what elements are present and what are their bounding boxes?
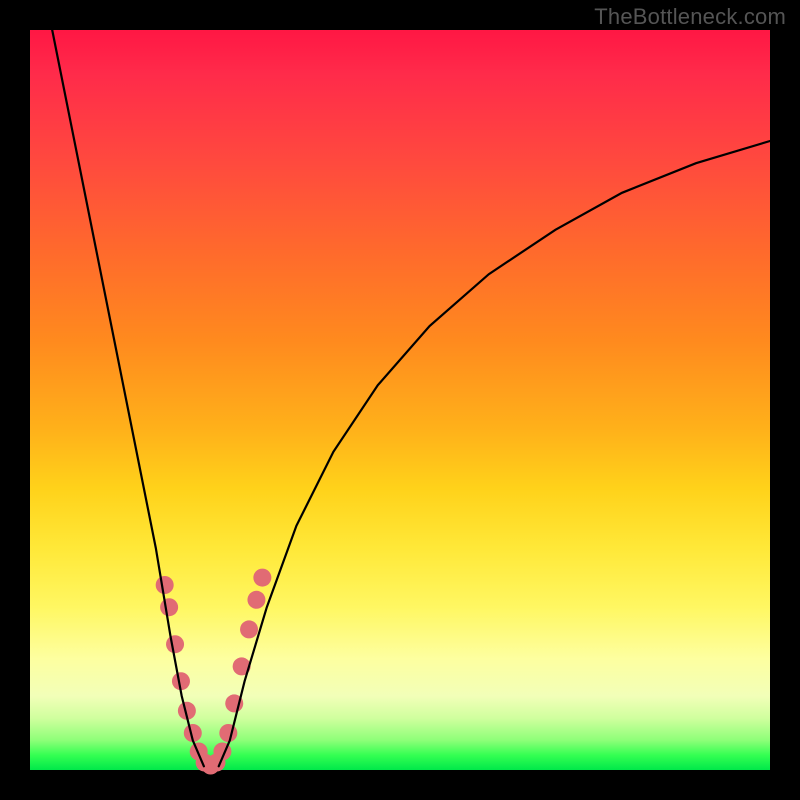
chart-svg (30, 30, 770, 770)
highlight-dot (240, 620, 258, 638)
highlight-dot (253, 569, 271, 587)
highlight-dot (156, 576, 174, 594)
highlight-dot (219, 724, 237, 742)
chart-frame: TheBottleneck.com (0, 0, 800, 800)
curve-right-branch (219, 141, 770, 766)
plot-area (30, 30, 770, 770)
curve-left-branch (52, 30, 204, 766)
marker-layer (156, 569, 272, 775)
highlight-dot (166, 635, 184, 653)
watermark-text: TheBottleneck.com (594, 4, 786, 30)
highlight-dot (247, 591, 265, 609)
highlight-dot (160, 598, 178, 616)
